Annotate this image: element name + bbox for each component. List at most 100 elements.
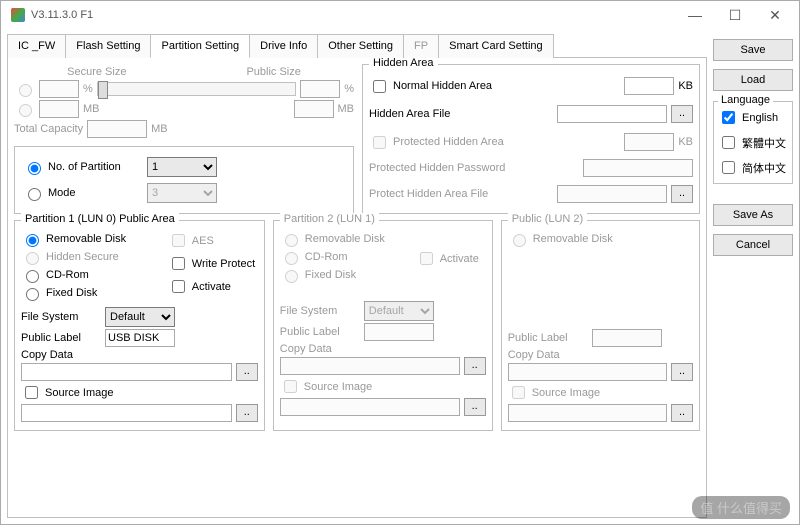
save-button[interactable]: Save (713, 39, 793, 61)
close-button[interactable]: ✕ (755, 1, 795, 29)
mb1: MB (83, 103, 100, 115)
tab-fp[interactable]: FP (403, 34, 439, 58)
p2-removable-radio (285, 234, 298, 247)
mode-radio[interactable] (28, 188, 41, 201)
p3-src-browse: .. (671, 404, 693, 422)
p1-copy-input[interactable] (21, 363, 232, 381)
tab-other-setting[interactable]: Other Setting (317, 34, 404, 58)
tab-ic-fw[interactable]: IC _FW (7, 34, 66, 58)
partition3-group: Public (LUN 2) Removable Disk Public Lab… (501, 220, 700, 431)
tab-page-partition: Secure Size Public Size % % (7, 58, 707, 518)
p2-copy-browse: .. (464, 357, 486, 375)
protect-file-label: Protect Hidden Area File (369, 188, 488, 200)
p1-src-browse[interactable]: .. (236, 404, 258, 422)
pct2: % (344, 83, 354, 95)
p2-activate-label: Activate (440, 253, 479, 265)
p1-fixed-radio[interactable] (26, 288, 39, 301)
lang-trad-checkbox[interactable] (722, 136, 735, 149)
p2-src-browse: .. (464, 398, 486, 416)
kb2: KB (678, 136, 693, 148)
p1-label-label: Public Label (21, 332, 101, 344)
p1-activate-checkbox[interactable] (172, 280, 185, 293)
num-partition-radio[interactable] (28, 162, 41, 175)
p2-label-label: Public Label (280, 326, 360, 338)
normal-hidden-checkbox[interactable] (373, 80, 386, 93)
secure-size-label: Secure Size (67, 66, 126, 78)
titlebar: V3.11.3.0 F1 — ☐ ✕ (1, 1, 799, 29)
p1-copy-browse[interactable]: .. (236, 363, 258, 381)
public-mb-input (294, 100, 334, 118)
protect-file-browse[interactable]: .. (671, 185, 693, 203)
tab-smart-card[interactable]: Smart Card Setting (438, 34, 554, 58)
p1-src-checkbox[interactable] (25, 386, 38, 399)
num-partition-select[interactable]: 1 (147, 157, 217, 177)
lang-trad-label: 繁體中文 (742, 135, 786, 151)
p3-copy-label: Copy Data (508, 349, 560, 361)
mb2: MB (338, 103, 355, 115)
hidden-area-legend: Hidden Area (369, 58, 438, 69)
p3-src-checkbox (512, 386, 525, 399)
lang-simp-checkbox[interactable] (722, 161, 735, 174)
total-capacity-input (87, 120, 147, 138)
protected-pwd-label: Protected Hidden Password (369, 162, 505, 174)
p2-cdrom-label: CD-Rom (305, 251, 348, 263)
p1-removable-radio[interactable] (26, 234, 39, 247)
load-button[interactable]: Load (713, 69, 793, 91)
mb3: MB (151, 123, 168, 135)
partition1-group: Partition 1 (LUN 0) Public Area Removabl… (14, 220, 265, 431)
secure-pct-input (39, 80, 79, 98)
tab-partition-setting[interactable]: Partition Setting (150, 34, 250, 58)
lang-simp-label: 简体中文 (742, 160, 786, 176)
hidden-area-group: Hidden Area Normal Hidden Area KB Hidden… (362, 64, 700, 214)
hidden-file-browse[interactable]: .. (671, 105, 693, 123)
p2-fs-label: File System (280, 305, 360, 317)
p1-fs-select[interactable]: Default (105, 307, 175, 327)
public-size-label: Public Size (246, 66, 300, 78)
tab-flash-setting[interactable]: Flash Setting (65, 34, 151, 58)
cancel-button[interactable]: Cancel (713, 234, 793, 256)
window-title: V3.11.3.0 F1 (31, 9, 675, 21)
maximize-button[interactable]: ☐ (715, 1, 755, 29)
p1-hidden-radio (26, 252, 39, 265)
minimize-button[interactable]: — (675, 1, 715, 29)
p1-cdrom-radio[interactable] (26, 270, 39, 283)
pct1: % (83, 83, 93, 95)
p3-copy-browse: .. (671, 363, 693, 381)
size-pct-radio (19, 84, 32, 97)
p3-removable-radio (513, 234, 526, 247)
num-partition-label: No. of Partition (48, 161, 143, 173)
size-slider (97, 82, 296, 96)
save-as-button[interactable]: Save As (713, 204, 793, 226)
right-panel: Save Load Language English 繁體中文 简体中文 Sav… (713, 33, 793, 518)
hidden-file-input[interactable] (557, 105, 667, 123)
p2-copy-label: Copy Data (280, 343, 332, 355)
p2-fixed-radio (285, 270, 298, 283)
watermark: 值 什么值得买 (692, 496, 790, 519)
hidden-file-label: Hidden Area File (369, 108, 450, 120)
kb1: KB (678, 80, 693, 92)
p1-wp-checkbox[interactable] (172, 257, 185, 270)
mode-select: 3 (147, 183, 217, 203)
p3-removable-label: Removable Disk (533, 233, 613, 245)
app-icon (11, 8, 25, 22)
p1-label-input[interactable] (105, 329, 175, 347)
protected-hidden-label: Protected Hidden Area (393, 136, 504, 148)
p1-cdrom-label: CD-Rom (46, 269, 89, 281)
lang-english-checkbox[interactable] (722, 111, 735, 124)
p1-removable-label: Removable Disk (46, 233, 126, 245)
protected-hidden-size (624, 133, 674, 151)
normal-hidden-size[interactable] (624, 77, 674, 95)
p1-activate-label: Activate (192, 281, 231, 293)
public-pct-input (300, 80, 340, 98)
p2-legend: Partition 2 (LUN 1) (280, 213, 379, 225)
p1-legend: Partition 1 (LUN 0) Public Area (21, 213, 179, 225)
language-legend: Language (718, 94, 773, 106)
secure-mb-input (39, 100, 79, 118)
p1-aes-checkbox (172, 234, 185, 247)
p2-fixed-label: Fixed Disk (305, 269, 356, 281)
partition2-group: Partition 2 (LUN 1) Removable Disk CD-Ro… (273, 220, 493, 431)
tab-drive-info[interactable]: Drive Info (249, 34, 318, 58)
p1-aes-label: AES (192, 235, 214, 247)
p1-src-input[interactable] (21, 404, 232, 422)
tab-strip: IC _FW Flash Setting Partition Setting D… (7, 33, 707, 58)
